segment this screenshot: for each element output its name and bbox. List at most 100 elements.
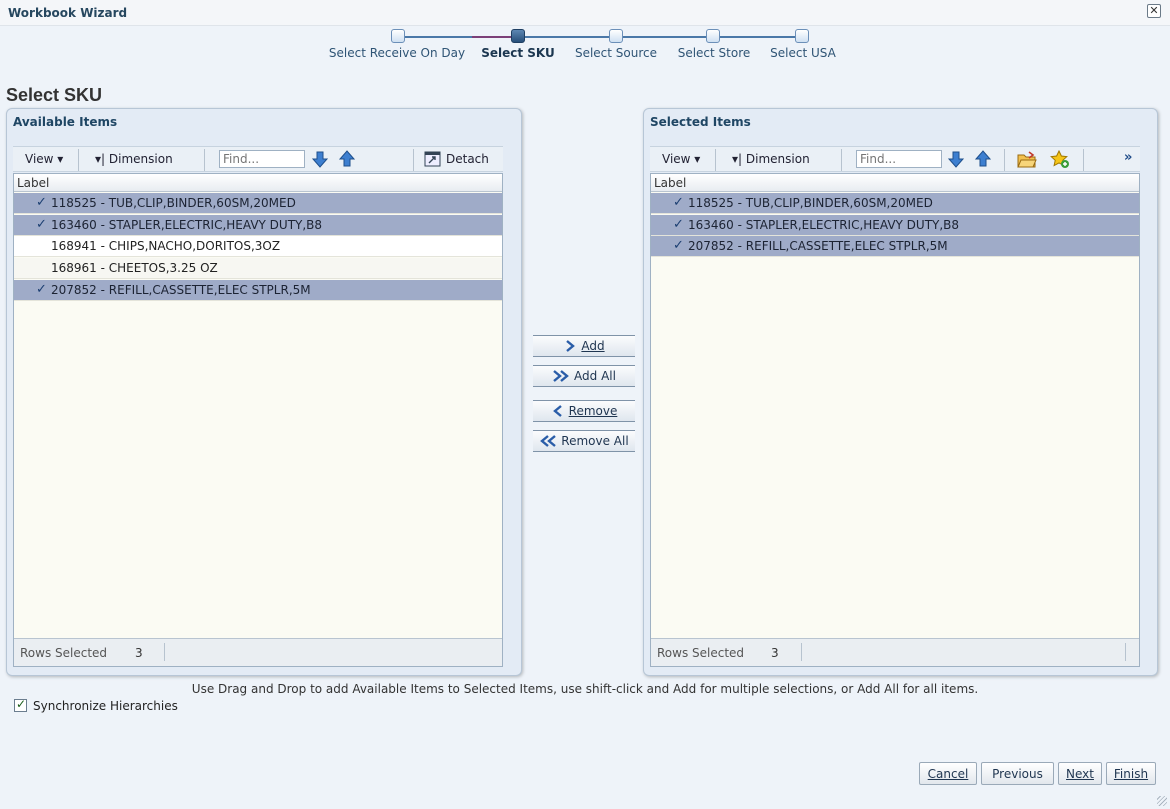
selected-items-table: Label ✓ 118525 - TUB,CLIP,BINDER,60SM,20M… [650, 173, 1140, 667]
train-connector-visited [472, 36, 513, 38]
dimension-dropdown[interactable]: ▾| Dimension [95, 152, 173, 166]
find-input[interactable] [219, 150, 305, 168]
available-status-bar: Rows Selected 3 [14, 638, 502, 666]
rows-selected-count: 3 [771, 646, 779, 660]
check-icon: ✓ [673, 238, 684, 253]
remove-all-label: Remove All [561, 434, 629, 448]
view-menu[interactable]: View ▾ [25, 152, 63, 166]
table-row[interactable]: ✓ 163460 - STAPLER,ELECTRIC,HEAVY DUTY,B8 [651, 215, 1139, 236]
selected-items-title: Selected Items [650, 115, 751, 129]
add-button[interactable]: Add [533, 335, 635, 357]
find-input[interactable] [856, 150, 942, 168]
detach-icon[interactable] [424, 151, 441, 167]
train-label-select-sku[interactable]: Select SKU [481, 46, 555, 60]
available-toolbar: View ▾ ▾| Dimension Detach [13, 146, 503, 172]
previous-label: Previous [992, 767, 1043, 781]
favorite-add-icon[interactable] [1050, 150, 1070, 169]
remove-button[interactable]: Remove [533, 400, 635, 422]
check-icon: ✓ [36, 217, 47, 232]
selected-items-panel: Selected Items View ▾ ▾| Dimension » Lab… [643, 108, 1158, 676]
table-row[interactable]: 168961 - CHEETOS,3.25 OZ [14, 258, 502, 279]
status-separator [1125, 643, 1126, 661]
instruction-text: Use Drag and Drop to add Available Items… [191, 682, 979, 696]
train-stop-select-sku[interactable] [511, 29, 525, 43]
add-label: Add [581, 339, 605, 353]
row-label: 163460 - STAPLER,ELECTRIC,HEAVY DUTY,B8 [51, 218, 323, 232]
row-label: 168941 - CHIPS,NACHO,DORITOS,3OZ [51, 239, 281, 253]
add-all-button[interactable]: Add All [533, 365, 635, 387]
selected-status-bar: Rows Selected 3 [651, 638, 1139, 666]
move-up-icon[interactable] [974, 150, 992, 168]
rows-selected-count: 3 [135, 646, 143, 660]
train-label-receive-on-day[interactable]: Select Receive On Day [329, 46, 465, 60]
cancel-button[interactable]: Cancel [919, 762, 977, 785]
toolbar-separator [413, 149, 414, 171]
row-label: 168961 - CHEETOS,3.25 OZ [51, 261, 218, 275]
row-label: 118525 - TUB,CLIP,BINDER,60SM,20MED [51, 196, 296, 210]
row-label: 207852 - REFILL,CASSETTE,ELEC STPLR,5M [51, 283, 311, 297]
train-label-select-source[interactable]: Select Source [575, 46, 657, 60]
train-stop-select-store[interactable] [706, 29, 720, 43]
next-button[interactable]: Next [1058, 762, 1102, 785]
move-down-icon[interactable] [311, 150, 329, 168]
dimension-label: Dimension [745, 152, 810, 166]
rows-selected-label: Rows Selected [20, 646, 108, 660]
train-stop-receive-on-day[interactable] [391, 29, 405, 43]
table-row[interactable]: ✓ 118525 - TUB,CLIP,BINDER,60SM,20MED [651, 193, 1139, 214]
status-separator [164, 643, 165, 661]
view-menu[interactable]: View ▾ [662, 152, 700, 166]
finish-button[interactable]: Finish [1106, 762, 1156, 785]
open-folder-icon[interactable] [1017, 151, 1037, 168]
toolbar-separator [78, 149, 79, 171]
remove-all-button[interactable]: Remove All [533, 430, 635, 452]
train-connector [519, 36, 799, 38]
train-stop-select-source[interactable] [609, 29, 623, 43]
toolbar-separator [204, 149, 205, 171]
rows-selected-label: Rows Selected [657, 646, 745, 660]
resize-grip[interactable] [1157, 796, 1167, 806]
dimension-label: Dimension [108, 152, 173, 166]
row-label: 163460 - STAPLER,ELECTRIC,HEAVY DUTY,B8 [688, 218, 960, 232]
status-separator [801, 643, 802, 661]
train-label-select-store[interactable]: Select Store [678, 46, 751, 60]
check-icon: ✓ [673, 195, 684, 210]
previous-button[interactable]: Previous [981, 762, 1054, 785]
detach-button[interactable]: Detach [446, 152, 489, 166]
next-label: Next [1066, 767, 1094, 781]
toolbar-separator [1083, 149, 1084, 171]
selected-toolbar: View ▾ ▾| Dimension » [650, 146, 1140, 172]
train-stop-select-usa[interactable] [795, 29, 809, 43]
column-header-label[interactable]: Label [651, 174, 1139, 192]
chevron-left-icon [552, 405, 562, 417]
page-title: Select SKU [6, 85, 103, 105]
move-down-icon[interactable] [947, 150, 965, 168]
table-row[interactable]: 168941 - CHIPS,NACHO,DORITOS,3OZ [14, 236, 502, 257]
synchronize-checkbox[interactable]: ✓ [14, 697, 27, 712]
overflow-chevron-icon[interactable]: » [1124, 150, 1132, 165]
column-header-label[interactable]: Label [14, 174, 502, 192]
double-chevron-left-icon [540, 435, 557, 447]
double-chevron-right-icon [553, 370, 569, 382]
train-label-select-usa[interactable]: Select USA [770, 46, 836, 60]
toolbar-separator [715, 149, 716, 171]
table-row[interactable]: ✓ 118525 - TUB,CLIP,BINDER,60SM,20MED [14, 193, 502, 214]
row-label: 207852 - REFILL,CASSETTE,ELEC STPLR,5M [688, 239, 948, 253]
check-icon: ✓ [673, 217, 684, 232]
available-items-panel: Available Items View ▾ ▾| Dimension Deta… [6, 108, 522, 676]
check-icon: ✓ [36, 282, 47, 297]
cancel-label: Cancel [927, 767, 969, 781]
move-up-icon[interactable] [338, 150, 356, 168]
available-items-table: Label ✓ 118525 - TUB,CLIP,BINDER,60SM,20M… [13, 173, 503, 667]
table-row[interactable]: ✓ 163460 - STAPLER,ELECTRIC,HEAVY DUTY,B8 [14, 215, 502, 236]
close-icon[interactable]: ✕ [1147, 4, 1161, 18]
synchronize-hierarchies[interactable]: ✓ Synchronize Hierarchies [14, 697, 178, 713]
chevron-right-icon [566, 340, 576, 352]
window-title: Workbook Wizard [8, 6, 128, 20]
remove-label: Remove [568, 404, 618, 418]
add-all-label: Add All [574, 369, 616, 383]
dimension-dropdown[interactable]: ▾| Dimension [732, 152, 810, 166]
synchronize-label: Synchronize Hierarchies [33, 699, 178, 713]
table-row[interactable]: ✓ 207852 - REFILL,CASSETTE,ELEC STPLR,5M [651, 236, 1139, 257]
table-row[interactable]: ✓ 207852 - REFILL,CASSETTE,ELEC STPLR,5M [14, 280, 502, 301]
toolbar-separator [1004, 149, 1005, 171]
